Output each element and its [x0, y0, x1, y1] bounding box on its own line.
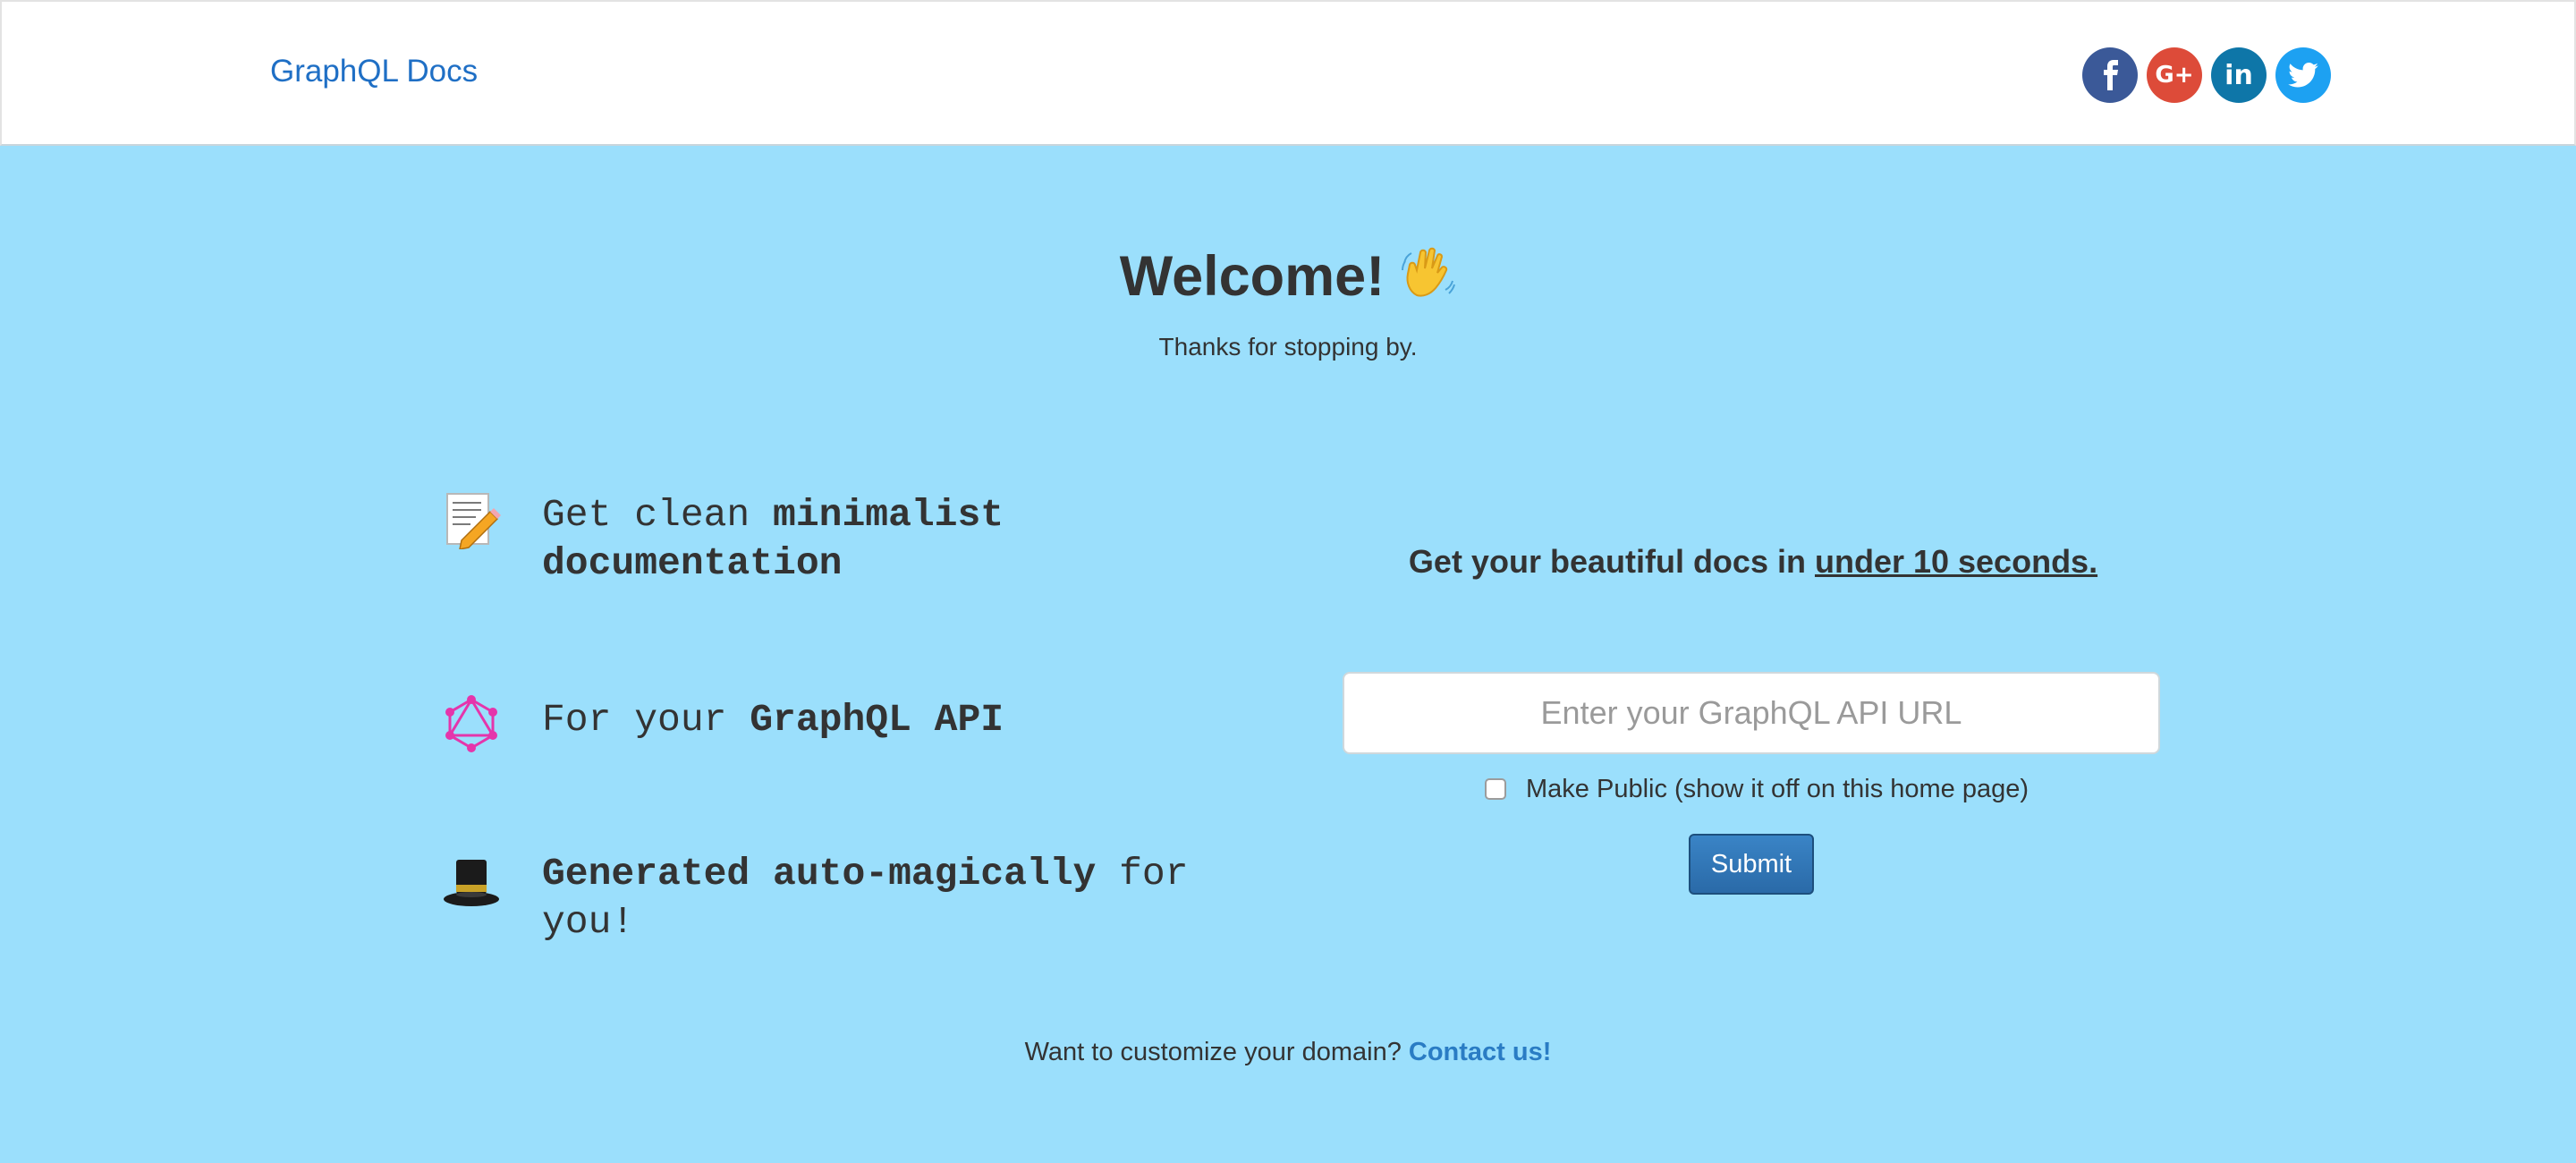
feature-graphql-api: For your GraphQL API [542, 696, 1168, 744]
facebook-icon [2104, 60, 2118, 90]
linkedin-icon: in [2224, 59, 2253, 91]
linkedin-share-button[interactable]: in [2211, 47, 2267, 103]
twitter-share-button[interactable] [2275, 47, 2331, 103]
make-public-option[interactable]: Make Public (show it off on this home pa… [1485, 771, 2029, 807]
submit-button[interactable]: Submit [1689, 834, 1814, 895]
feature-minimalist-docs: Get clean minimalist documentation [542, 491, 1043, 588]
waving-hand-icon [1399, 243, 1456, 314]
feature-auto-generated: Generated auto-magically for you! [542, 850, 1222, 947]
make-public-label: Make Public (show it off on this home pa… [1526, 774, 2029, 803]
welcome-title: Welcome! [1119, 245, 1385, 308]
brand-link[interactable]: GraphQL Docs [270, 54, 478, 89]
welcome-subtitle: Thanks for stopping by. [1158, 333, 1418, 361]
make-public-checkbox[interactable] [1485, 778, 1506, 800]
graphql-logo-icon [442, 694, 501, 753]
customize-domain-cta: Want to customize your domain? Contact u… [0, 1038, 2576, 1067]
top-hat-icon [442, 854, 501, 913]
google-plus-icon: G+ [2155, 62, 2194, 89]
tagline-emphasis: under 10 seconds. [1814, 543, 2098, 580]
feature-emphasis: GraphQL API [750, 698, 1004, 742]
feature-text: Get clean [542, 493, 774, 537]
twitter-icon [2288, 63, 2318, 88]
graphql-url-input[interactable] [1343, 672, 2160, 754]
tagline-text: Get your beautiful docs in [1408, 543, 1815, 580]
feature-emphasis: Generated auto-magically [542, 852, 1097, 896]
customize-domain-text: Want to customize your domain? [1024, 1038, 1409, 1066]
form-tagline: Get your beautiful docs in under 10 seco… [1342, 543, 2165, 581]
contact-us-link[interactable]: Contact us! [1409, 1038, 1552, 1066]
google-plus-share-button[interactable]: G+ [2147, 47, 2202, 103]
welcome-heading: Welcome! [0, 243, 2576, 314]
memo-icon [442, 490, 501, 550]
facebook-share-button[interactable] [2082, 47, 2138, 103]
feature-text: For your [542, 698, 750, 742]
top-navbar: GraphQL Docs G+ in [0, 0, 2576, 146]
